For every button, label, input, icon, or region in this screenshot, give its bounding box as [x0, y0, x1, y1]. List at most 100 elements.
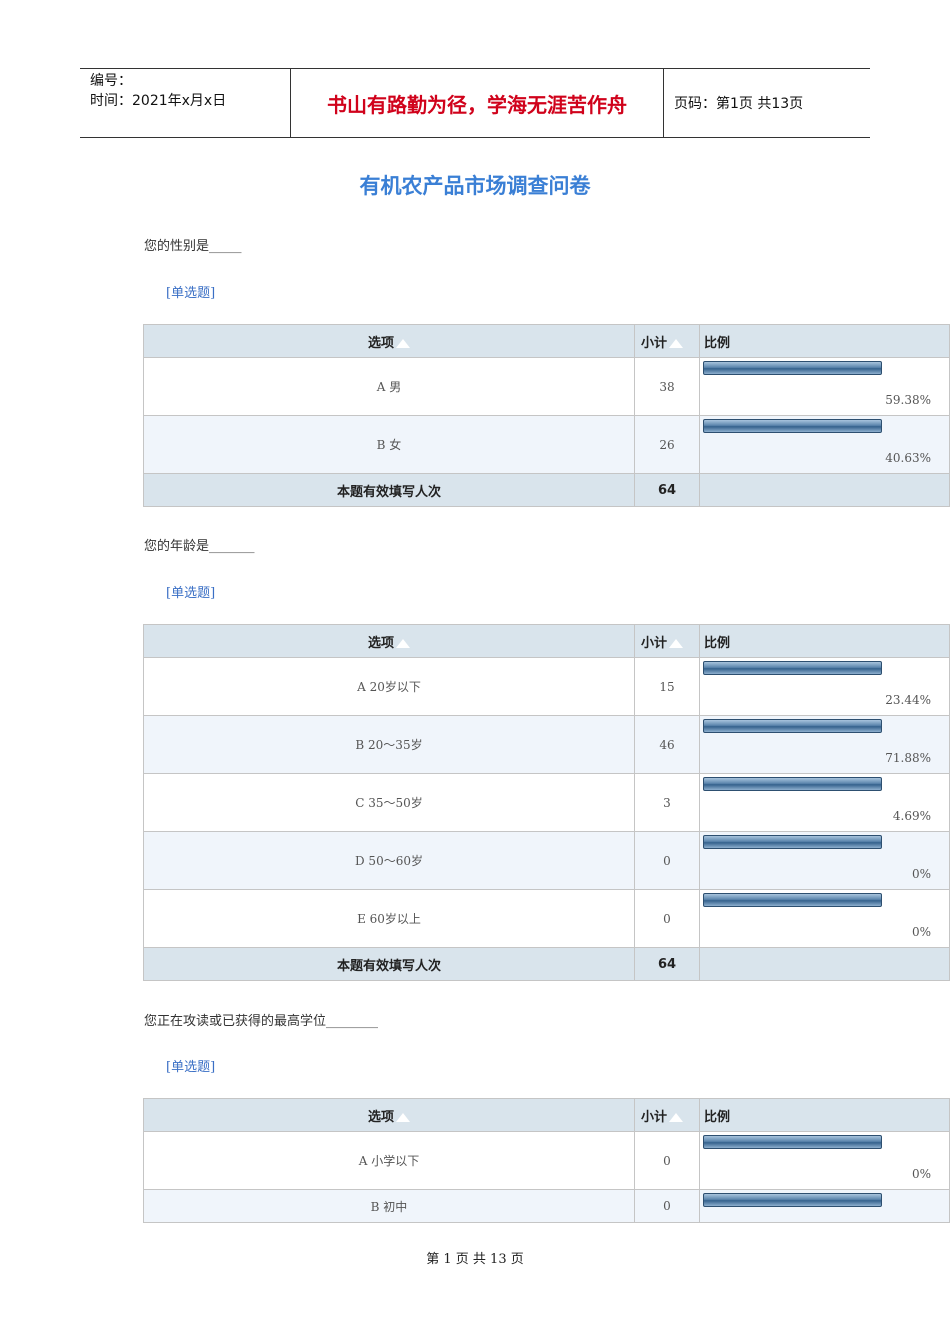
percent-column-header: 比例 [699, 324, 950, 358]
percent-bar [703, 361, 882, 375]
header-page-label: 页码：第1页 共13页 [674, 96, 804, 112]
count-header-label: 小计 [641, 1109, 668, 1125]
sort-icon[interactable] [669, 338, 684, 348]
percent-cell [699, 1189, 950, 1223]
count-header-label: 小计 [641, 335, 668, 351]
table-row: A 男 38 59.38% [143, 357, 950, 416]
percent-cell: 71.88% [699, 715, 950, 774]
table-header-row: 选项 小计 比例 [143, 324, 950, 358]
option-cell: E 60岁以上 [143, 889, 635, 948]
option-header-label: 选项 [367, 335, 394, 351]
table-row: B 初中 0 [143, 1189, 950, 1223]
option-column-header[interactable]: 选项 [143, 1098, 635, 1132]
count-cell: 3 [634, 773, 700, 832]
count-cell: 46 [634, 715, 700, 774]
percent-value: 0% [911, 867, 931, 881]
percent-cell: 23.44% [699, 657, 950, 716]
header-meta: 编号： 时间：2021年x月x日 [80, 69, 291, 137]
percent-column-header: 比例 [699, 1098, 950, 1132]
count-cell: 38 [634, 357, 700, 416]
percent-cell: 0% [699, 831, 950, 890]
count-cell: 0 [634, 1131, 700, 1190]
percent-bar [703, 719, 882, 733]
sort-icon[interactable] [396, 338, 410, 348]
document-title: 有机农产品市场调查问卷 [359, 174, 591, 198]
table-row: D 50～60岁 0 0% [143, 831, 950, 890]
question-3-table: 选项 小计 比例 A 小学以下 0 0% B 初中 0 [143, 1098, 950, 1223]
count-column-header[interactable]: 小计 [634, 324, 700, 358]
table-header-row: 选项 小计 比例 [143, 624, 950, 658]
page-header: 编号： 时间：2021年x月x日 书山有路勤为径，学海无涯苦作舟 页码：第1页 … [80, 68, 870, 138]
option-header-label: 选项 [367, 635, 394, 651]
count-cell: 0 [634, 889, 700, 948]
percent-column-header: 比例 [699, 624, 950, 658]
table-row: B 女 26 40.63% [143, 415, 950, 474]
total-empty [699, 947, 950, 981]
percent-value: 71.88% [885, 751, 931, 765]
question-2-type: [单选题] [166, 586, 216, 601]
table-header-row: 选项 小计 比例 [143, 1098, 950, 1132]
option-header-label: 选项 [367, 1109, 394, 1125]
percent-value: 23.44% [885, 693, 931, 707]
percent-bar [703, 893, 882, 907]
percent-bar [703, 835, 882, 849]
percent-cell: 59.38% [699, 357, 950, 416]
total-empty [699, 473, 950, 507]
time-label: 时间：2021年x月x日 [90, 93, 227, 109]
question-1-table: 选项 小计 比例 A 男 38 59.38% B 女 26 40.63% 本题有… [143, 324, 950, 507]
sort-icon[interactable] [396, 638, 410, 648]
percent-cell: 0% [699, 1131, 950, 1190]
question-3-text: 您正在攻读或已获得的最高学位________ [144, 1014, 379, 1029]
count-header-label: 小计 [641, 635, 668, 651]
percent-bar [703, 777, 882, 791]
table-row: A 小学以下 0 0% [143, 1131, 950, 1190]
percent-bar [703, 661, 882, 675]
option-cell: A 男 [143, 357, 635, 416]
count-cell: 0 [634, 831, 700, 890]
percent-value: 40.63% [885, 451, 931, 465]
count-cell: 26 [634, 415, 700, 474]
header-motto: 书山有路勤为径，学海无涯苦作舟 [291, 69, 664, 137]
question-1-type: [单选题] [166, 286, 216, 301]
total-count: 64 [634, 473, 700, 507]
table-row: B 20～35岁 46 71.88% [143, 715, 950, 774]
option-column-header[interactable]: 选项 [143, 324, 635, 358]
percent-value: 0% [911, 1167, 931, 1181]
total-label: 本题有效填写人次 [143, 947, 635, 981]
question-2-text: 您的年龄是_______ [144, 539, 255, 554]
option-cell: B 初中 [143, 1189, 635, 1223]
table-row: A 20岁以下 15 23.44% [143, 657, 950, 716]
question-2-table: 选项 小计 比例 A 20岁以下 15 23.44% B 20～35岁 46 7… [143, 624, 950, 981]
percent-bar [703, 1193, 882, 1207]
number-label: 编号： [90, 73, 132, 89]
percent-value: 4.69% [892, 809, 931, 823]
count-cell: 0 [634, 1189, 700, 1223]
option-cell: C 35～50岁 [143, 773, 635, 832]
page-footer: 第 1 页 共 13 页 [426, 1252, 524, 1267]
percent-bar [703, 419, 882, 433]
count-column-header[interactable]: 小计 [634, 1098, 700, 1132]
total-row: 本题有效填写人次 64 [143, 473, 950, 507]
percent-cell: 4.69% [699, 773, 950, 832]
percent-cell: 40.63% [699, 415, 950, 474]
table-row: C 35～50岁 3 4.69% [143, 773, 950, 832]
sort-icon[interactable] [669, 638, 684, 648]
total-label: 本题有效填写人次 [143, 473, 635, 507]
table-row: E 60岁以上 0 0% [143, 889, 950, 948]
option-cell: A 小学以下 [143, 1131, 635, 1190]
total-row: 本题有效填写人次 64 [143, 947, 950, 981]
count-cell: 15 [634, 657, 700, 716]
count-column-header[interactable]: 小计 [634, 624, 700, 658]
question-3-type: [单选题] [166, 1060, 216, 1075]
percent-cell: 0% [699, 889, 950, 948]
percent-value: 0% [911, 925, 931, 939]
option-cell: B 20～35岁 [143, 715, 635, 774]
percent-bar [703, 1135, 882, 1149]
percent-value: 59.38% [885, 393, 931, 407]
question-1-text: 您的性别是_____ [144, 239, 242, 254]
option-column-header[interactable]: 选项 [143, 624, 635, 658]
total-count: 64 [634, 947, 700, 981]
sort-icon[interactable] [396, 1112, 410, 1122]
option-cell: A 20岁以下 [143, 657, 635, 716]
sort-icon[interactable] [669, 1112, 684, 1122]
